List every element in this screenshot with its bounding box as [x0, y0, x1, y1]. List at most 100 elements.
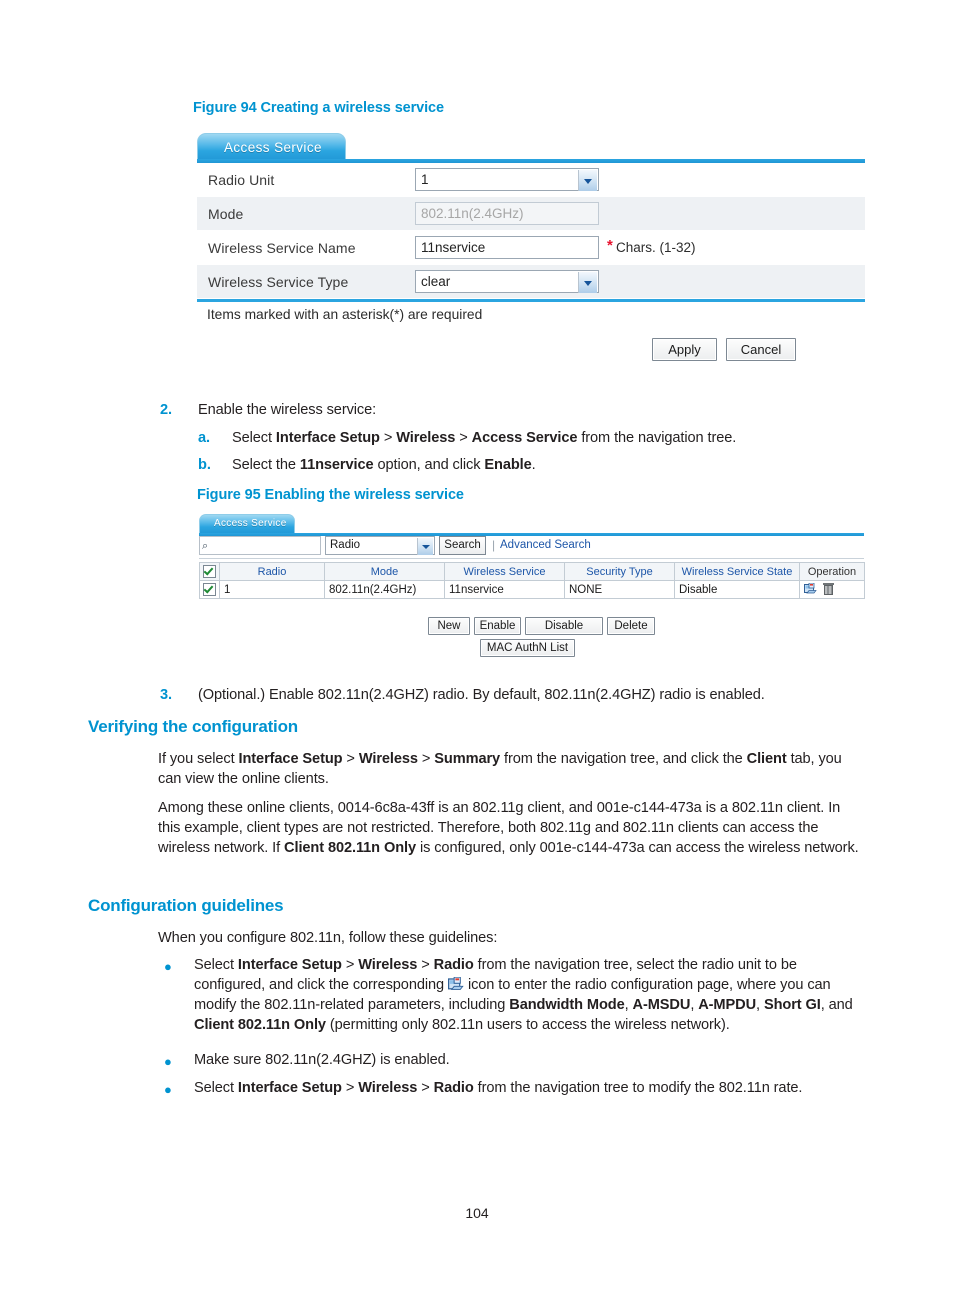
- tab-access-service-label: Access Service: [224, 140, 322, 155]
- verify-p1-bold-summary: Summary: [434, 751, 501, 767]
- required-note: Items marked with an asterisk(*) are req…: [207, 307, 483, 322]
- search-separator: |: [492, 538, 496, 552]
- col-header-radio[interactable]: Radio: [219, 562, 325, 581]
- select-all-checkbox-header[interactable]: [199, 562, 220, 581]
- mac-authn-list-button[interactable]: MAC AuthN List: [480, 639, 575, 657]
- col-header-mode[interactable]: Mode: [324, 562, 445, 581]
- access-service-table: Radio Mode Wireless Service Security Typ…: [199, 562, 865, 599]
- g1-bold-bandwidth-mode: Bandwidth Mode: [509, 997, 625, 1014]
- cell-wireless-service: 11nservice: [444, 580, 565, 599]
- g1-bold-radio: Radio: [433, 957, 474, 973]
- step-2a-post: from the navigation tree.: [577, 430, 737, 447]
- verify-p2-bold-client-802-11n-only: Client 802.11n Only: [284, 840, 416, 857]
- g1-bold-interface-setup: Interface Setup: [237, 957, 342, 973]
- enable-button[interactable]: Enable: [474, 617, 521, 635]
- step-2a-marker: a.: [198, 430, 210, 447]
- search-button[interactable]: Search: [439, 536, 486, 555]
- bullet-icon: ●: [164, 959, 172, 974]
- g1-post: (permitting only 802.11n users to access…: [325, 1017, 730, 1034]
- field-mode-value: 802.11n(2.4GHz): [421, 206, 524, 221]
- g2-text: Make sure 802.11n(2.4GHZ) is enabled.: [194, 1052, 450, 1068]
- input-wireless-service-name[interactable]: 11nservice: [415, 236, 599, 259]
- cancel-button[interactable]: Cancel: [726, 338, 796, 361]
- field-mode: 802.11n(2.4GHz): [415, 202, 599, 225]
- g3-bold-wireless: Wireless: [358, 1080, 418, 1096]
- checkbox-checked-icon[interactable]: [203, 565, 216, 578]
- figure94-tab-strip: Access Service: [197, 133, 865, 163]
- configure-icon[interactable]: [804, 583, 817, 595]
- input-wireless-service-name-value: 11nservice: [421, 240, 486, 255]
- verifying-paragraph-2: Among these online clients, 0014-6c8a-43…: [158, 798, 865, 858]
- delete-icon[interactable]: [823, 583, 835, 596]
- col-header-wireless-service-state[interactable]: Wireless Service State: [674, 562, 800, 581]
- cell-wireless-service-state: Disable: [674, 580, 800, 599]
- tab-access-service-list[interactable]: Access Service: [199, 514, 295, 535]
- col-header-wireless-service[interactable]: Wireless Service: [444, 562, 565, 581]
- cell-security-type: NONE: [564, 580, 675, 599]
- g3-bold-interface-setup: Interface Setup: [237, 1080, 342, 1096]
- form-row-radio-unit: Radio Unit 1: [197, 163, 865, 197]
- step-2b-post: .: [531, 457, 536, 474]
- new-button[interactable]: New: [428, 617, 470, 635]
- guideline-bullet-1: ● Select Interface Setup > Wireless > Ra…: [158, 955, 865, 1036]
- label-mode: Mode: [208, 206, 244, 222]
- verify-p1-mid: from the navigation tree, and click the: [500, 751, 747, 767]
- chevron-down-icon: [578, 170, 597, 191]
- g1-bold-short-gi: Short GI: [763, 997, 821, 1014]
- search-field-select[interactable]: Radio: [325, 536, 435, 555]
- cell-mode: 802.11n(2.4GHz): [324, 580, 445, 599]
- step-2b-marker: b.: [198, 457, 211, 474]
- g1-c3: ,: [756, 997, 764, 1014]
- g1-bold-a-mpdu: A-MPDU: [698, 997, 757, 1014]
- verify-p1-sep1: >: [342, 751, 359, 767]
- figure-95-caption: Figure 95 Enabling the wireless service: [197, 487, 464, 503]
- step-2a-sep2: >: [455, 430, 472, 447]
- step-2a-sep1: >: [379, 430, 397, 447]
- step-3-text: (Optional.) Enable 802.11n(2.4GHZ) radio…: [198, 687, 765, 703]
- g1-c1: ,: [624, 997, 633, 1014]
- figure-94-caption: Figure 94 Creating a wireless service: [193, 100, 444, 116]
- label-wireless-service-name: Wireless Service Name: [208, 240, 356, 256]
- wireless-service-name-hint: Chars. (1-32): [616, 240, 696, 255]
- step-2-number: 2.: [160, 402, 172, 418]
- tab-access-service-list-label: Access Service: [214, 518, 287, 529]
- step-2b-bold-11nservice: 11nservice: [299, 457, 374, 474]
- verify-p1-pre: If you select: [158, 751, 239, 767]
- required-asterisk: *: [607, 237, 613, 254]
- select-radio-unit-value: 1: [421, 172, 429, 187]
- search-bar: ⌕ Radio Search | Advanced Search: [199, 536, 864, 559]
- g1-c4: , and: [820, 997, 853, 1014]
- col-header-security-type[interactable]: Security Type: [564, 562, 675, 581]
- heading-configuration-guidelines: Configuration guidelines: [88, 896, 284, 915]
- row-checkbox-cell[interactable]: [199, 580, 220, 599]
- step-2a-pre: Select: [232, 430, 276, 447]
- label-radio-unit: Radio Unit: [208, 172, 275, 188]
- g3-post: from the navigation tree to modify the 8…: [473, 1080, 803, 1096]
- g1-sep2: >: [417, 957, 434, 973]
- search-input[interactable]: ⌕: [199, 536, 321, 555]
- verify-p1-bold-wireless: Wireless: [358, 751, 418, 767]
- verifying-paragraph-1: If you select Interface Setup > Wireless…: [158, 749, 863, 789]
- step-2-block: 2. Enable the wireless service: a. Selec…: [160, 400, 890, 475]
- g1-bold-client-802-11n-only: Client 802.11n Only: [194, 1017, 326, 1034]
- select-radio-unit[interactable]: 1: [415, 168, 599, 191]
- bullet-icon: ●: [164, 1054, 172, 1069]
- select-wireless-service-type[interactable]: clear: [415, 270, 599, 293]
- guideline-bullet-2: ● Make sure 802.11n(2.4GHZ) is enabled.: [158, 1050, 865, 1070]
- tab-access-service[interactable]: Access Service: [197, 133, 346, 162]
- apply-button[interactable]: Apply: [652, 338, 717, 361]
- table-header-row: Radio Mode Wireless Service Security Typ…: [199, 562, 865, 581]
- heading-verifying-the-configuration: Verifying the configuration: [88, 717, 298, 736]
- chevron-down-icon: [417, 538, 433, 555]
- checkbox-checked-icon[interactable]: [203, 583, 216, 596]
- disable-button[interactable]: Disable: [525, 617, 603, 635]
- figure-95-screenshot: Access Service ⌕ Radio Search | Advanced…: [199, 514, 865, 664]
- col-header-operation: Operation: [799, 562, 865, 581]
- label-wireless-service-type: Wireless Service Type: [208, 274, 349, 290]
- advanced-search-link[interactable]: Advanced Search: [500, 539, 591, 551]
- delete-button[interactable]: Delete: [607, 617, 655, 635]
- g3-sep1: >: [341, 1080, 359, 1096]
- chevron-down-icon: [578, 272, 597, 293]
- search-field-select-value: Radio: [330, 539, 361, 551]
- bullet-icon: ●: [164, 1082, 172, 1097]
